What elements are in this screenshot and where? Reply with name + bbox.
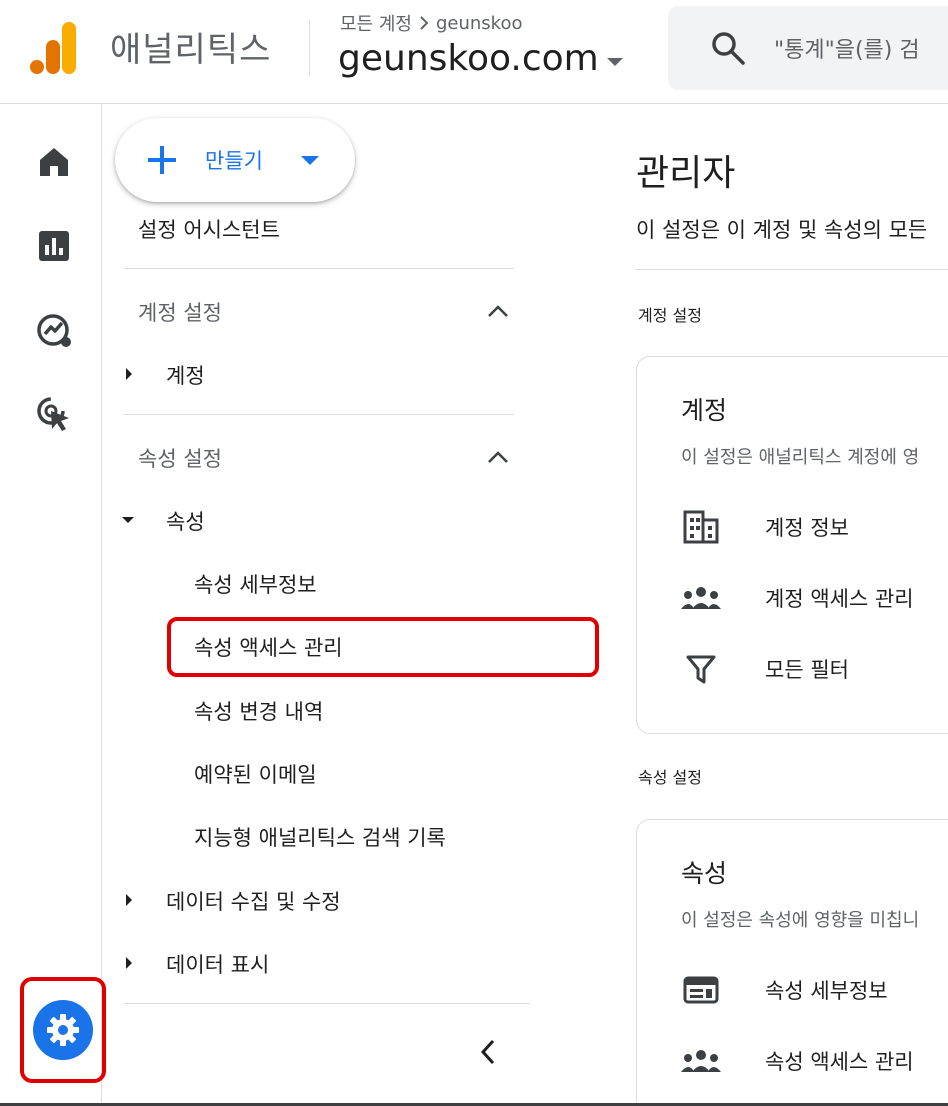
property-details-label: 속성 세부정보 (765, 979, 888, 1003)
admin-main-panel: 관리자 이 설정은 이 계정 및 속성의 모든 계정 설정 계정 이 설정은 애… (636, 104, 948, 1106)
property-card-description: 이 설정은 속성에 영향을 미칩니 (681, 910, 920, 931)
property-card: 속성 이 설정은 속성에 영향을 미칩니 속성 세부정보 속성 액세스 관리 (636, 819, 948, 1106)
chevron-right-icon (420, 16, 429, 30)
all-filters-link[interactable]: 모든 필터 (681, 649, 849, 689)
gear-circle (33, 1000, 93, 1060)
search-bar[interactable]: "통계"을(를) 검 (668, 6, 948, 90)
account-details-label: 계정 정보 (765, 516, 849, 540)
admin-settings-button[interactable] (20, 977, 106, 1083)
nav-sub-property-details[interactable]: 속성 세부정보 (194, 569, 317, 599)
building-icon (681, 509, 721, 545)
people-group-icon (681, 580, 721, 616)
property-section-label: 속성 설정 (638, 768, 702, 787)
analytics-logo-icon[interactable] (30, 22, 78, 74)
nav-divider (124, 414, 514, 415)
left-rail (12, 104, 106, 1106)
caret-down-icon (300, 155, 319, 165)
breadcrumb-all-accounts[interactable]: 모든 계정 (340, 10, 412, 36)
collapse-arrow-icon[interactable] (122, 517, 134, 523)
home-icon[interactable] (36, 144, 72, 180)
account-details-link[interactable]: 계정 정보 (681, 507, 849, 547)
account-card-description: 이 설정은 애널리틱스 계정에 영 (681, 447, 920, 468)
nav-item-property[interactable]: 속성 (166, 506, 205, 536)
account-access-management-link[interactable]: 계정 액세스 관리 (681, 578, 914, 618)
caret-down-icon (606, 57, 623, 66)
people-group-icon (681, 1043, 721, 1079)
property-card-title: 속성 (681, 859, 728, 888)
breadcrumb[interactable]: 모든 계정 geunskoo (340, 10, 522, 36)
property-access-management-link[interactable]: 속성 액세스 관리 (681, 1041, 914, 1081)
main-divider (636, 269, 948, 270)
nav-sub-scheduled-emails[interactable]: 예약된 이메일 (194, 759, 317, 789)
page-description: 이 설정은 이 계정 및 속성의 모든 (636, 218, 928, 242)
expand-arrow-icon[interactable] (126, 368, 132, 380)
property-details-link[interactable]: 속성 세부정보 (681, 970, 888, 1010)
account-section-label: 계정 설정 (638, 306, 702, 325)
search-icon (712, 32, 745, 65)
nav-account-settings-header[interactable]: 계정 설정 (138, 297, 222, 327)
nav-property-settings-header[interactable]: 속성 설정 (138, 443, 222, 473)
all-filters-label: 모든 필터 (765, 658, 849, 682)
nav-divider (124, 1003, 530, 1004)
reports-icon[interactable] (36, 228, 72, 264)
create-label: 만들기 (205, 149, 263, 173)
filter-icon (681, 651, 721, 687)
nav-sub-analytics-intelligence-history[interactable]: 지능형 애널리틱스 검색 기록 (194, 822, 446, 852)
property-access-label: 속성 액세스 관리 (765, 1050, 914, 1074)
account-access-label: 계정 액세스 관리 (765, 587, 914, 611)
property-details-icon (681, 972, 721, 1008)
top-header: 애널리틱스 모든 계정 geunskoo geunskoo.com "통계"을(… (0, 0, 948, 104)
nav-sub-property-access[interactable]: 속성 액세스 관리 (194, 632, 343, 662)
gear-icon (47, 1014, 79, 1046)
property-name: geunskoo.com (338, 38, 599, 79)
advertising-icon[interactable] (36, 396, 72, 432)
nav-item-account[interactable]: 계정 (166, 360, 205, 390)
property-selector[interactable]: geunskoo.com (338, 38, 623, 79)
chevron-up-icon[interactable] (487, 450, 509, 464)
plus-icon (148, 146, 176, 174)
chevron-left-icon[interactable] (478, 1038, 498, 1066)
expand-arrow-icon[interactable] (126, 957, 132, 969)
nav-item-data-collection[interactable]: 데이터 수집 및 수정 (166, 886, 341, 916)
nav-sub-property-change-history[interactable]: 속성 변경 내역 (194, 696, 323, 726)
page-title: 관리자 (636, 153, 736, 194)
create-button[interactable]: 만들기 (115, 118, 355, 202)
app-name: 애널리틱스 (110, 30, 272, 70)
breadcrumb-account[interactable]: geunskoo (436, 13, 523, 34)
admin-nav: 만들기 설정 어시스턴트 계정 설정 계정 속성 설정 속성 속성 세부정보 속… (103, 104, 599, 1106)
header-divider (309, 20, 310, 76)
search-input[interactable]: "통계"을(를) 검 (774, 32, 920, 64)
expand-arrow-icon[interactable] (126, 894, 132, 906)
nav-item-data-display[interactable]: 데이터 표시 (166, 949, 269, 979)
chevron-up-icon[interactable] (487, 304, 509, 318)
account-card: 계정 이 설정은 애널리틱스 계정에 영 계정 정보 계정 액세스 관리 모든 … (636, 356, 948, 734)
account-card-title: 계정 (681, 396, 728, 425)
nav-setup-assistant[interactable]: 설정 어시스턴트 (138, 214, 280, 244)
nav-divider (124, 268, 514, 269)
explore-icon[interactable] (36, 312, 72, 348)
